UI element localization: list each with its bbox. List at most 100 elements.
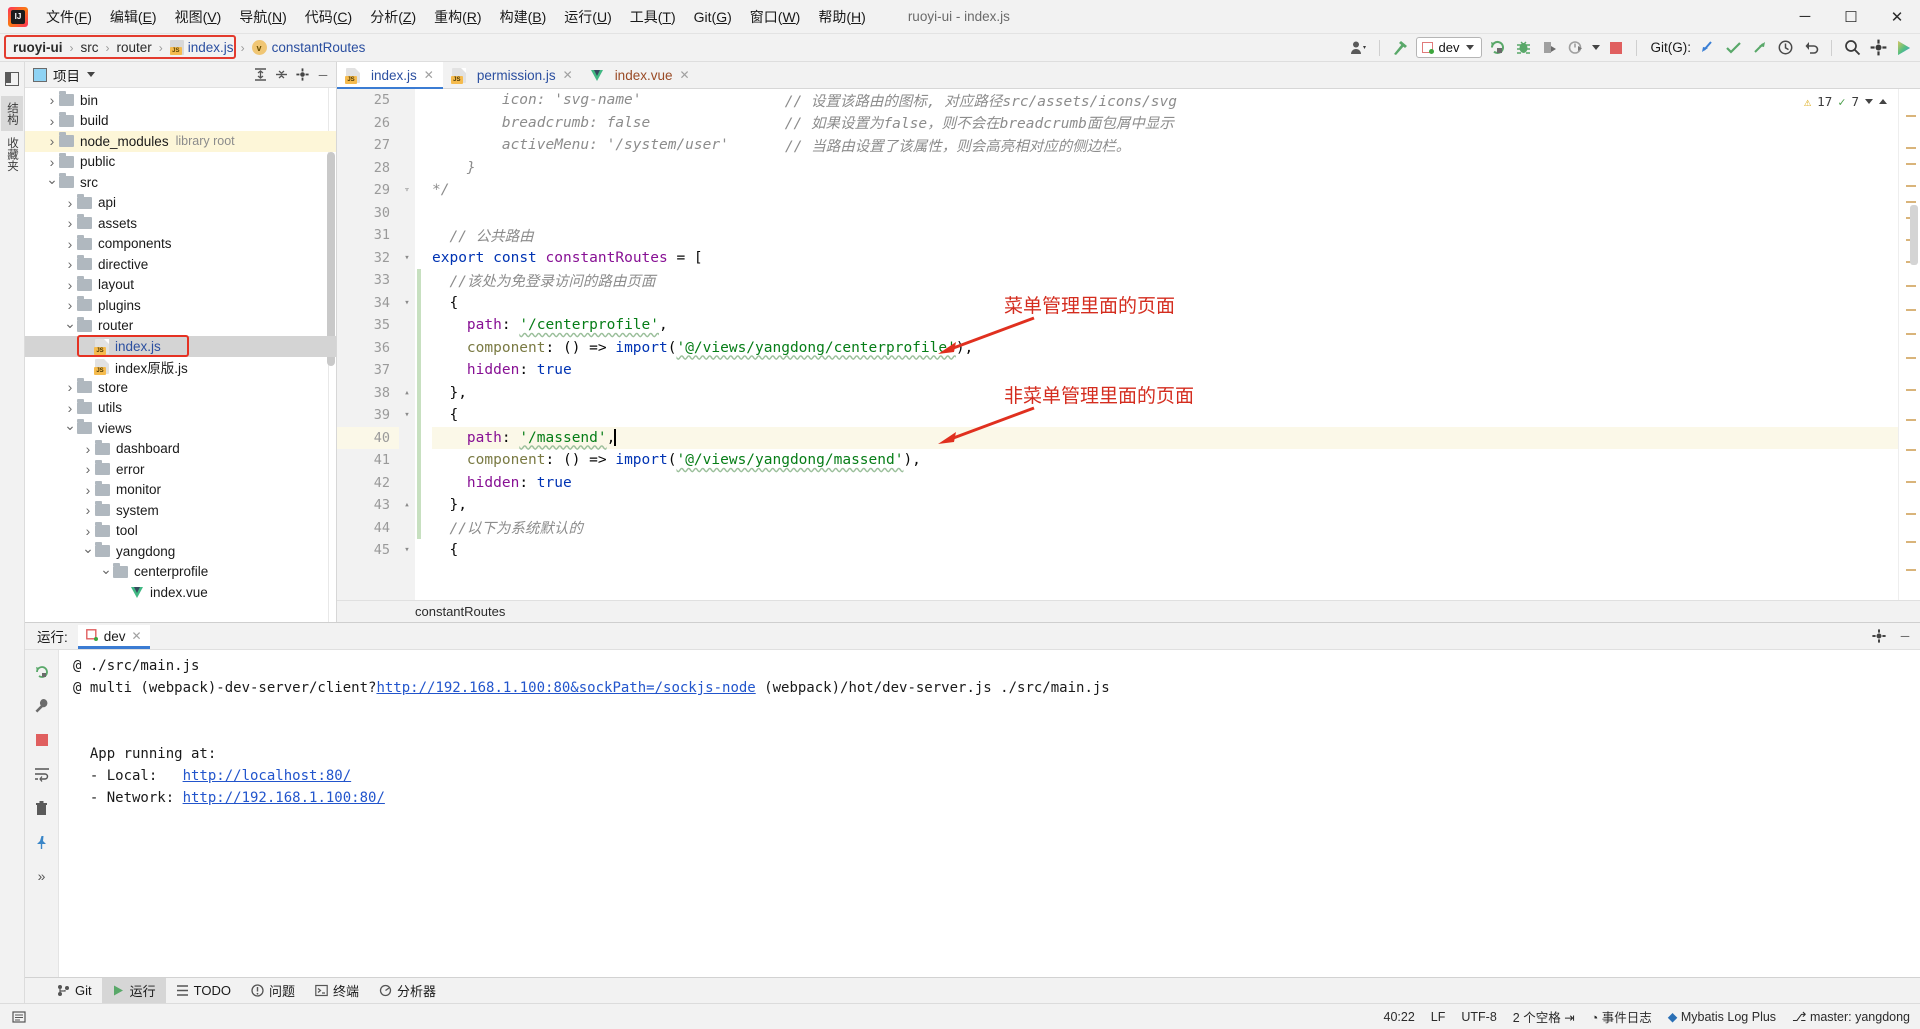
fold-marker-39[interactable]: ▾ [402,410,412,420]
run-icon[interactable] [1488,38,1508,58]
tool-window-tab-Git[interactable]: Git [47,980,102,1001]
status-line-separator[interactable]: LF [1431,1010,1446,1024]
code-line-36[interactable]: component: () => import('@/views/yangdon… [432,337,1898,360]
maximize-button[interactable]: ☐ [1828,0,1874,34]
code-line-37[interactable]: hidden: true [432,359,1898,382]
close-icon[interactable]: ✕ [679,68,689,82]
tool-tab-project[interactable]: 结构 [1,96,23,131]
project-tool-icon[interactable] [5,72,19,86]
debug-icon[interactable] [1514,38,1534,58]
history-icon[interactable] [1775,38,1795,58]
tree-node-yangdong[interactable]: ⌄ yangdong [25,540,336,562]
editor-marker[interactable] [1906,419,1916,421]
main-menu[interactable]: 文件(F) 编辑(E) 视图(V) 导航(N) 代码(C) 分析(Z) 重构(R) 构建(B)… [38,4,874,30]
minimize-button[interactable]: ─ [1782,0,1828,34]
tree-node-components[interactable]: › components [25,234,336,255]
tree-node-directive[interactable]: › directive [25,254,336,275]
pin-icon[interactable] [32,832,52,852]
code-folding-gutter[interactable]: ▿ ▾ ▾ ▴ ▾ ▴ ▾ [399,89,415,600]
breadcrumb-item-index.js[interactable]: index.js [167,39,237,56]
chevron-right-icon[interactable]: › [63,277,77,293]
chevron-right-icon[interactable]: › [63,297,77,313]
status-file-encoding[interactable]: UTF-8 [1461,1010,1496,1024]
chevron-right-icon[interactable]: › [45,154,59,170]
breadcrumb-item-router[interactable]: router [114,39,155,56]
code-line-27[interactable]: activeMenu: '/system/user' // 当路由设置了该属性，则… [432,134,1898,157]
editor-marker[interactable] [1906,513,1916,515]
fold-marker-45[interactable]: ▾ [402,545,412,555]
chevron-right-icon[interactable]: › [63,256,77,272]
console-link[interactable]: http://192.168.1.100:80&sockPath=/sockjs… [376,680,755,696]
settings-icon[interactable] [293,66,311,84]
breadcrumb-item-constantRoutes[interactable]: v constantRoutes [249,39,369,56]
code-line-25[interactable]: icon: 'svg-name' // 设置该路由的图标, 对应路径src/ass… [432,89,1898,112]
tree-node-node_modules[interactable]: › node_modules library root [25,131,336,152]
menu-item-10[interactable]: Git(G) [686,6,740,28]
idea-services-icon[interactable] [1894,38,1914,58]
profile-chevron-down-icon[interactable] [1591,45,1600,50]
tree-node-system[interactable]: › system [25,500,336,521]
code-line-34[interactable]: { [432,292,1898,315]
tree-node-src[interactable]: ⌄ src [25,171,336,193]
editor-tab-index.vue[interactable]: index.vue ✕ [581,62,699,88]
coverage-icon[interactable] [1540,38,1560,58]
fold-marker-29[interactable]: ▿ [402,185,412,195]
code-line-42[interactable]: hidden: true [432,472,1898,495]
chevron-right-icon[interactable]: › [63,236,77,252]
breadcrumb[interactable]: ruoyi-ui › src › router › index.js › v constantRo… [4,35,369,59]
chevron-right-icon[interactable]: › [81,523,95,539]
editor-markers-gutter[interactable] [1898,89,1920,600]
search-everywhere-icon[interactable] [1842,38,1862,58]
tree-node-plugins[interactable]: › plugins [25,295,336,316]
editor-marker[interactable] [1906,201,1916,203]
tree-node-router[interactable]: ⌄ router [25,315,336,337]
wrench-icon[interactable] [32,696,52,716]
chevron-down-icon[interactable]: ⌄ [63,315,77,332]
chevron-right-icon[interactable]: › [63,215,77,231]
code-line-29[interactable]: */ [432,179,1898,202]
code-line-39[interactable]: { [432,404,1898,427]
settings-icon[interactable] [1868,38,1888,58]
chevron-right-icon[interactable]: › [45,113,59,129]
profile-icon[interactable] [1566,38,1586,58]
push-icon[interactable] [1749,38,1769,58]
code-line-28[interactable]: } [432,157,1898,180]
tool-window-tab-运行[interactable]: 运行 [101,978,166,1003]
rerun-icon[interactable] [32,662,52,682]
chevron-right-icon[interactable]: › [63,400,77,416]
tree-node-api[interactable]: › api [25,193,336,214]
tool-window-tab-分析器[interactable]: 分析器 [369,978,446,1003]
code-line-32[interactable]: export const constantRoutes = [ [432,247,1898,270]
menu-item-12[interactable]: 帮助(H) [810,4,873,30]
code-line-30[interactable] [432,202,1898,225]
code-line-40[interactable]: path: '/massend', [432,426,1898,449]
chevron-up-icon[interactable] [1879,99,1887,104]
tree-node-bin[interactable]: › bin [25,90,336,111]
tree-node-monitor[interactable]: › monitor [25,480,336,501]
tree-node-centerprofile[interactable]: ⌄ centerprofile [25,561,336,583]
close-icon[interactable]: ✕ [424,68,434,82]
tree-node-index原版.js[interactable]: index原版.js [25,357,336,378]
code-line-44[interactable]: //以下为系统默认的 [432,517,1898,540]
chevron-down-icon[interactable]: ⌄ [45,171,59,188]
fold-marker-32[interactable]: ▾ [402,253,412,263]
code-line-31[interactable]: // 公共路由 [432,224,1898,247]
fold-marker-34[interactable]: ▾ [402,298,412,308]
breadcrumb-item-ruoyi-ui[interactable]: ruoyi-ui [10,39,66,56]
status-indent-setting[interactable]: 2 个空格 ⇥ [1513,1007,1575,1026]
editor-marker[interactable] [1906,569,1916,571]
user-avatar-icon[interactable] [1349,38,1369,58]
code-line-38[interactable]: }, [432,382,1898,405]
stop-icon[interactable] [1606,38,1626,58]
inspection-widget[interactable]: ⚠ 17 ✓ 7 [1800,93,1890,110]
hide-panel-icon[interactable]: ─ [314,66,332,84]
menu-item-3[interactable]: 导航(N) [231,4,294,30]
menu-item-6[interactable]: 重构(R) [426,4,489,30]
commit-icon[interactable] [1723,38,1743,58]
tree-node-public[interactable]: › public [25,152,336,173]
hide-panel-icon[interactable]: ─ [1896,627,1914,645]
chevron-right-icon[interactable]: › [45,133,59,149]
code-line-35[interactable]: path: '/centerprofile', [432,314,1898,337]
tree-node-utils[interactable]: › utils [25,398,336,419]
fold-marker-43[interactable]: ▴ [402,500,412,510]
